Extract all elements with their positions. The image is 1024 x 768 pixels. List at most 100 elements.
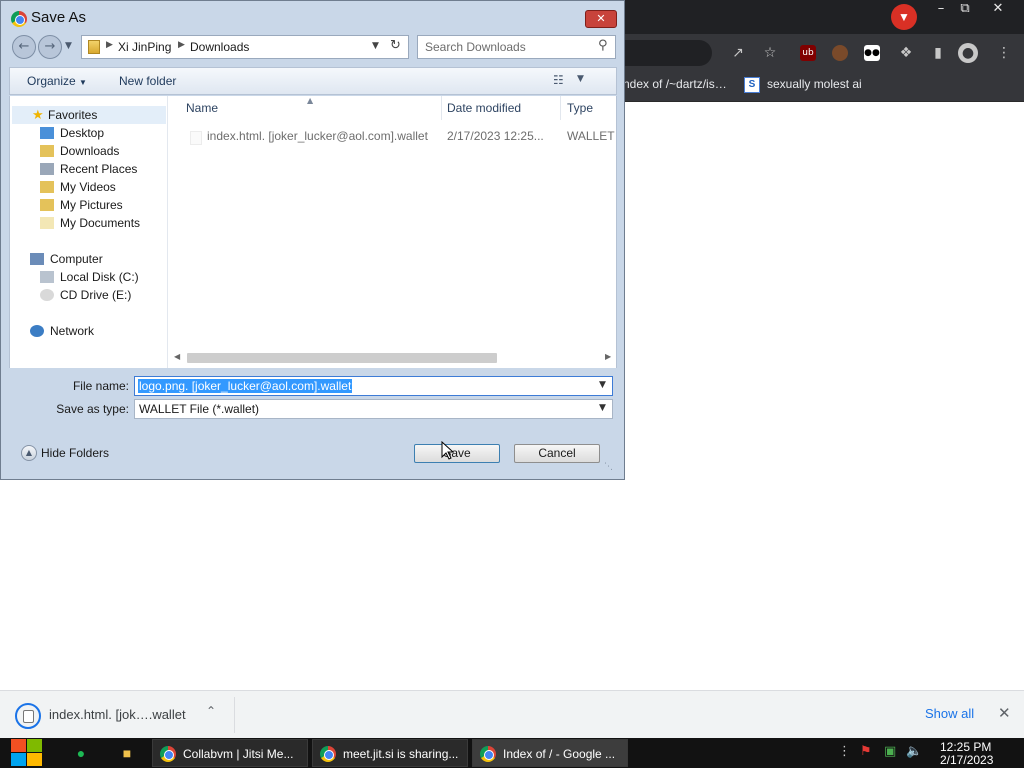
address-breadcrumb[interactable]: ▶ Xi JinPing ▶ Downloads ▼ ↻ [81,35,409,59]
downloads-folder-icon [40,145,54,157]
chevron-down-icon[interactable]: ▼ [372,41,379,51]
show-all-link[interactable]: Show all [925,706,974,721]
search-icon[interactable]: ⚲ [598,38,608,53]
taskbar-item[interactable]: meet.jit.si is sharing... [312,739,468,767]
save-as-type-select[interactable]: WALLET File (*.wallet) ▼ [134,399,613,419]
tree-item-label: CD Drive (E:) [60,288,132,302]
download-progress-icon[interactable] [15,703,41,729]
file-name-value: logo.png. [joker_lucker@aol.com].wallet [138,379,353,393]
chrome-icon [480,746,496,762]
close-window-button[interactable]: ✕ [983,0,1013,18]
forward-button[interactable]: → [38,35,62,59]
column-header-date-modified[interactable]: Date modified [447,101,521,115]
dialog-close-button[interactable]: ✕ [585,10,617,28]
chevron-down-icon[interactable]: ▼ [599,380,606,390]
cd-drive-icon [40,289,54,301]
save-button[interactable]: Save [414,444,500,463]
scroll-right-icon[interactable]: ▶ [605,352,611,361]
chevron-right-icon[interactable]: ▶ [106,40,113,50]
back-button[interactable]: ← [12,35,36,59]
tree-item-label: Network [50,324,95,338]
dialog-title: Save As [31,9,87,26]
taskbar-item-label: Index of / - Google ... [503,747,616,761]
cancel-button[interactable]: Cancel [514,444,600,463]
horizontal-scrollbar[interactable]: ◀ ▶ [168,350,616,366]
save-as-type-value: WALLET File (*.wallet) [139,402,260,416]
save-as-type-label: Save as type: [56,402,129,416]
taskbar-item[interactable]: Index of / - Google ... [472,739,628,767]
column-divider[interactable] [560,96,561,120]
scroll-left-icon[interactable]: ◀ [174,352,180,361]
start-button[interactable] [10,738,44,768]
extension-avatar-icon[interactable] [832,45,848,61]
recent-locations-dropdown[interactable]: ▼ [65,41,72,51]
overflow-icon[interactable]: ⋮ [838,744,851,759]
taskbar-item-label: meet.jit.si is sharing... [343,747,459,761]
taskbar-item-label: Collabvm | Jitsi Me... [183,747,294,761]
chevron-up-icon[interactable]: ▲ [21,445,37,461]
chevron-right-icon[interactable]: ▶ [178,40,185,50]
scrollbar-thumb[interactable] [187,353,497,363]
column-header-type[interactable]: Type [567,101,593,115]
star-icon: ★ [32,107,44,122]
download-shelf: index.html. [jok….wallet ⌃ Show all ✕ [0,690,1024,738]
tree-item-label: Local Disk (C:) [60,270,139,284]
profile-icon[interactable]: ● [958,43,978,63]
file-explorer-icon[interactable]: ■ [116,742,138,764]
new-folder-button[interactable]: New folder [119,74,176,88]
side-panel-icon[interactable]: ▮ [928,43,948,63]
chevron-down-icon: ▼ [79,78,87,87]
tab-search-icon[interactable]: ▼ [891,4,917,30]
extension-icon[interactable]: ●● [864,45,880,61]
chevron-down-icon[interactable]: ▼ [577,74,584,84]
column-header-name[interactable]: Name [186,101,218,115]
download-item-name[interactable]: index.html. [jok….wallet [49,707,186,722]
address-bar[interactable] [620,40,712,66]
command-bar: Organize ▼ New folder ☷ ▼ [9,67,617,95]
volume-icon[interactable]: 🔈 [906,744,922,759]
chrome-icon [11,11,27,27]
file-type: WALLET [567,129,615,143]
share-icon[interactable]: ↗ [728,43,748,63]
file-name-input[interactable]: logo.png. [joker_lucker@aol.com].wallet … [134,376,613,396]
clock-time[interactable]: 12:25 PM [940,740,991,754]
network-globe-icon [30,325,44,337]
chevron-up-icon[interactable]: ⌃ [206,704,216,718]
spotify-icon[interactable]: ● [70,742,92,764]
folder-icon [88,40,100,54]
file-icon [190,131,202,145]
chrome-icon [160,746,176,762]
hide-folders-button[interactable]: Hide Folders [41,446,109,460]
organize-menu[interactable]: Organize ▼ [27,74,87,88]
taskbar-item[interactable]: Collabvm | Jitsi Me... [152,739,308,767]
bookmark-item[interactable]: sexually molest ai [767,77,862,91]
menu-icon[interactable]: ⋮ [994,43,1014,63]
search-input[interactable]: Search Downloads ⚲ [417,35,616,59]
extensions-puzzle-icon[interactable]: ❖ [896,43,916,63]
breadcrumb-item[interactable]: Xi JinPing [118,40,171,54]
ublock-icon[interactable]: ub [800,45,816,61]
pictures-folder-icon [40,199,54,211]
tree-item-label: My Pictures [60,198,123,212]
breadcrumb-item[interactable]: Downloads [190,40,249,54]
bookmark-star-icon[interactable]: ☆ [760,43,780,63]
close-icon[interactable]: ✕ [998,704,1011,722]
flag-icon[interactable]: ⚑ [860,744,872,759]
navigation-pane: ★ Favorites Desktop Downloads Recent Pla… [9,96,167,368]
resize-grip-icon[interactable]: ⋱ [604,462,613,472]
save-as-dialog: Save As ✕ ← → ▼ ▶ Xi JinPing ▶ Downloads… [0,0,625,480]
organize-label: Organize [27,74,76,88]
view-options-icon[interactable]: ☷ [553,73,564,87]
file-name[interactable]: index.html. [joker_lucker@aol.com].walle… [207,129,428,143]
column-divider[interactable] [441,96,442,120]
restore-button[interactable]: ⧉ [950,0,980,18]
desktop-icon [40,127,54,139]
network-icon[interactable]: ▣ [884,744,896,759]
clock-date[interactable]: 2/17/2023 [940,753,993,767]
bookmark-item[interactable]: ndex of /~dartz/is… [623,77,727,91]
documents-folder-icon [40,217,54,229]
tree-item-label: Desktop [60,126,105,140]
chevron-down-icon[interactable]: ▼ [599,403,606,413]
taskbar: ● ■ Collabvm | Jitsi Me... meet.jit.si i… [0,738,1024,768]
refresh-icon[interactable]: ↻ [390,38,401,53]
